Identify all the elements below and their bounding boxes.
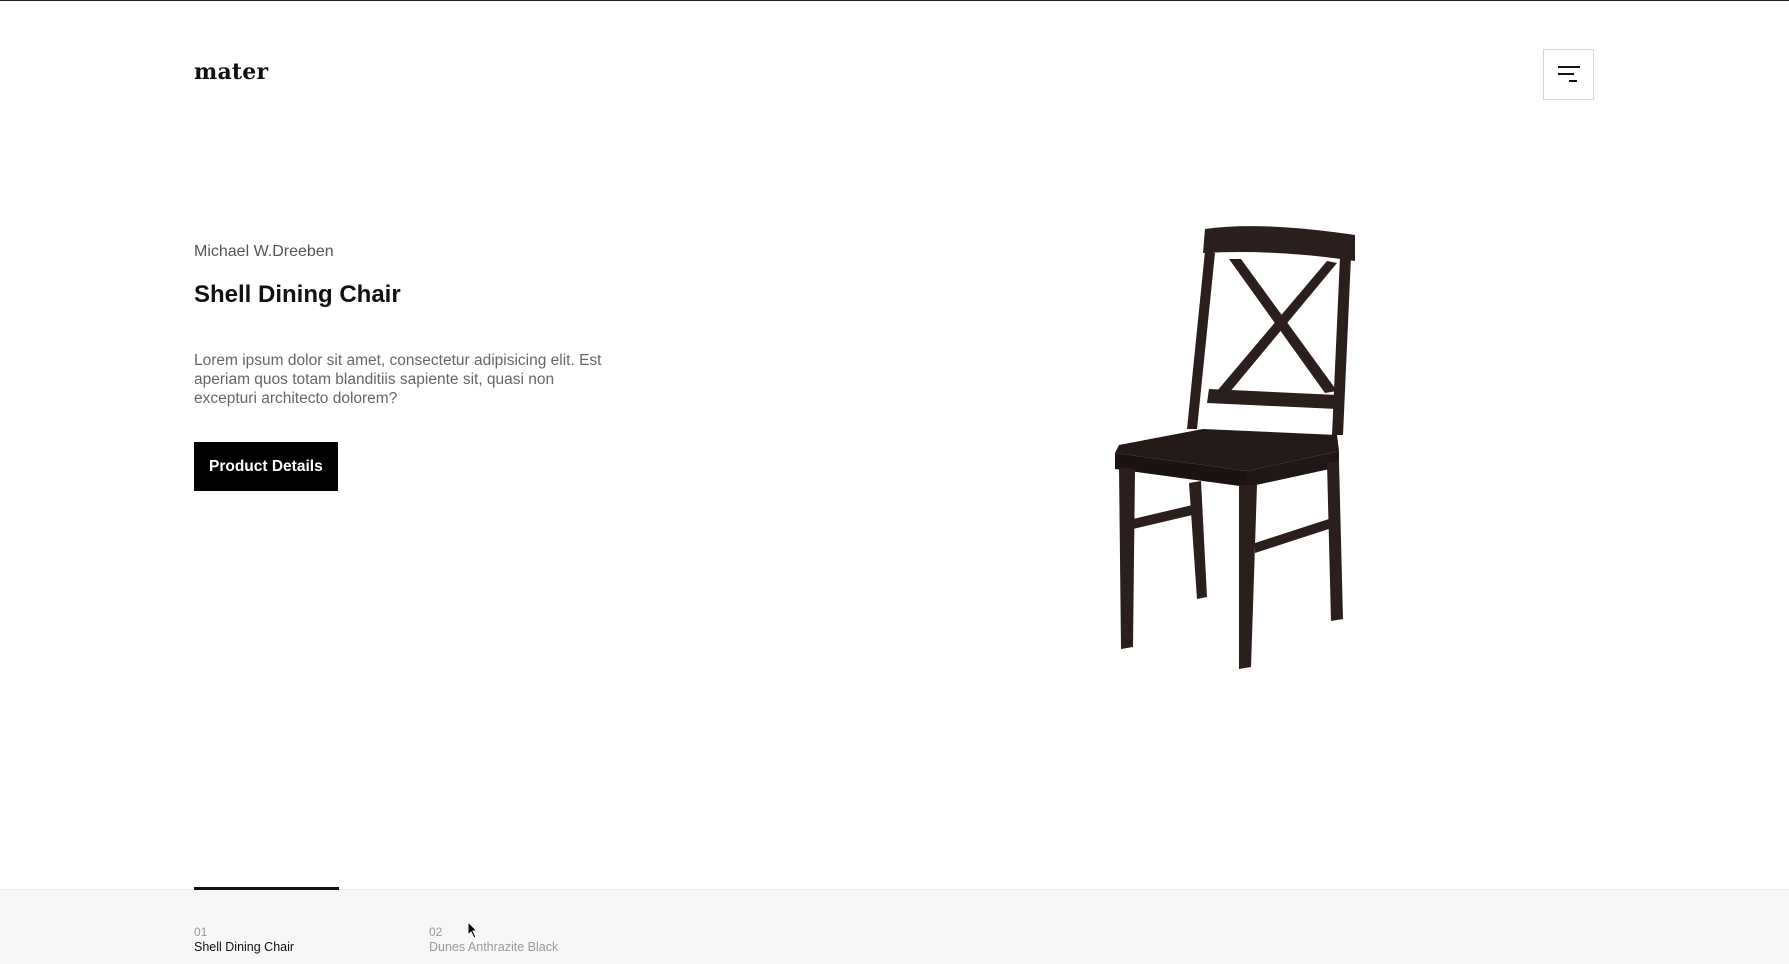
slide-tab-1[interactable]: 01 Shell Dining Chair	[194, 925, 294, 955]
brand-logo[interactable]: mater	[194, 59, 268, 85]
menu-button[interactable]	[1543, 49, 1594, 100]
slide-tab-2[interactable]: 02 Dunes Anthrazite Black	[429, 925, 558, 955]
product-title: Shell Dining Chair	[194, 281, 401, 308]
product-description: Lorem ipsum dolor sit amet, consectetur …	[194, 352, 602, 407]
chair-image	[1115, 226, 1355, 669]
designer-name: Michael W.Dreeben	[194, 243, 334, 260]
slide-number: 01	[194, 925, 208, 939]
slide-name: Dunes Anthrazite Black	[429, 940, 559, 954]
page: mater Michael W.Dreeben Shell Dining Cha…	[0, 0, 1789, 964]
slide-name: Shell Dining Chair	[194, 940, 295, 954]
mouse-cursor-icon	[467, 921, 479, 939]
product-details-button[interactable]: Product Details	[194, 442, 338, 491]
slider-progress-bar	[194, 887, 339, 890]
slide-number: 02	[429, 925, 443, 939]
hero-text: Michael W.Dreeben Shell Dining Chair Lor…	[194, 243, 634, 491]
